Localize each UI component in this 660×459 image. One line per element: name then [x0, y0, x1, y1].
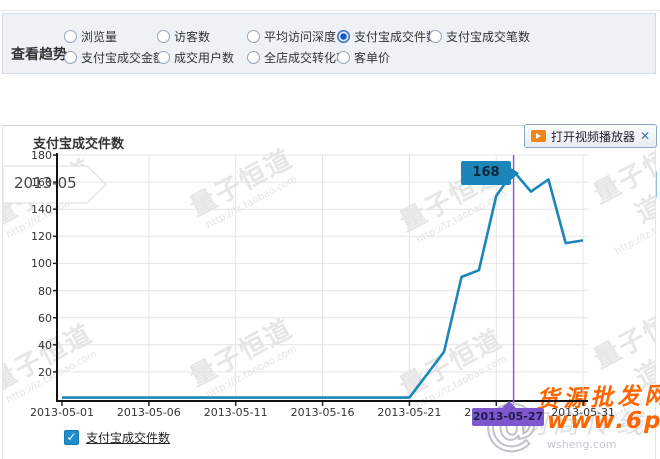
video-button-label: 打开视频播放器 [551, 128, 635, 145]
video-player-icon [531, 130, 546, 142]
y-axis-tick-label: 100 [12, 257, 52, 270]
radio-label: 支付宝成交笔数 [446, 28, 530, 45]
y-axis-tick-label: 40 [12, 339, 52, 352]
radio-icon [64, 30, 77, 43]
radio-label: 支付宝成交件数 [354, 28, 438, 45]
radio-icon [337, 51, 350, 64]
brand-watermark: 量子恒道http://lz.taobao.com [578, 135, 656, 257]
metric-radio-访客数[interactable]: 访客数 [157, 28, 210, 44]
metric-radio-平均访问深度[interactable]: 平均访问深度 [247, 28, 336, 44]
x-axis-tick-label: 2013-05-06 [113, 406, 185, 419]
metric-radio-全店成交转化率[interactable]: 全店成交转化率 [247, 49, 348, 65]
metric-radio-成交用户数[interactable]: 成交用户数 [157, 49, 234, 65]
month-goal-panel: 2013-05 实际 1,125 目标 - 完成度 - 输入月度目标 [0, 82, 660, 125]
x-axis-tick-label: 2013-05-11 [200, 406, 272, 419]
brand-watermark: 量子恒道http://lz.taobao.com [578, 300, 656, 422]
radio-label: 客单价 [354, 49, 390, 66]
radio-label: 全店成交转化率 [264, 49, 348, 66]
metric-radio-支付宝成交笔数[interactable]: 支付宝成交笔数 [429, 28, 530, 44]
radio-label: 访客数 [174, 28, 210, 45]
brand-watermark: 量子恒道http://lz.taobao.com [2, 314, 104, 409]
metric-radio-客单价[interactable]: 客单价 [337, 49, 390, 65]
analytics-page: 查看趋势 浏览量访客数平均访问深度支付宝成交件数支付宝成交笔数支付宝成交金额成交… [0, 0, 660, 459]
x-axis-tick-label: 2013-05-16 [287, 406, 359, 419]
brand-watermark: 量子恒道http://lz.taobao.com [182, 139, 303, 234]
trend-panel-title: 查看趋势 [11, 44, 67, 64]
radio-icon [157, 51, 170, 64]
date-tooltip: 2013-05-27 [472, 408, 544, 426]
y-axis-tick-label: 180 [12, 149, 52, 162]
trend-selector-panel: 查看趋势 浏览量 访客数 平均访问深度 支付宝成交件数支付宝成交笔数支付宝成交金额成交… [2, 13, 656, 74]
metric-radio-浏览量[interactable]: 浏览量 [64, 28, 117, 44]
radio-label: 支付宝成交金额 [81, 49, 165, 66]
radio-icon [157, 30, 170, 43]
brand-watermark: 量子恒道http://lz.taobao.com [182, 309, 303, 404]
y-axis-tick-label: 20 [12, 366, 52, 379]
y-axis-tick-label: 80 [12, 285, 52, 298]
metric-radio-支付宝成交件数[interactable]: 支付宝成交件数 [337, 28, 438, 44]
radio-icon [247, 30, 260, 43]
x-axis-tick-label: 2013-05-21 [373, 406, 445, 419]
radio-label: 平均访问深度 [264, 28, 336, 45]
radio-icon [247, 51, 260, 64]
radio-icon [64, 51, 77, 64]
open-video-player-button[interactable]: 打开视频播放器 ✕ [524, 124, 657, 148]
metric-radio-支付宝成交金额[interactable]: 支付宝成交金额 [64, 49, 165, 65]
radio-label: 浏览量 [81, 28, 117, 45]
legend-label[interactable]: 支付宝成交件数 [86, 429, 170, 446]
radio-icon [337, 30, 350, 43]
x-axis-tick-label: 2013-05-01 [26, 406, 98, 419]
chart-legend: ✓ 支付宝成交件数 [64, 429, 170, 446]
brand-watermark: 量子恒道http://lz.taobao.com [392, 319, 513, 414]
radio-label: 成交用户数 [174, 49, 234, 66]
y-axis-tick-label: 160 [12, 176, 52, 189]
legend-checkbox[interactable]: ✓ [64, 430, 79, 445]
value-tooltip: 168 [461, 161, 511, 185]
y-axis-tick-label: 140 [12, 203, 52, 216]
close-icon[interactable]: ✕ [640, 129, 650, 143]
y-axis-tick-label: 120 [12, 230, 52, 243]
x-axis-tick-label: 2013-05-31 [547, 406, 619, 419]
top-divider [0, 0, 660, 11]
y-axis-tick-label: 60 [12, 312, 52, 325]
radio-icon [429, 30, 442, 43]
